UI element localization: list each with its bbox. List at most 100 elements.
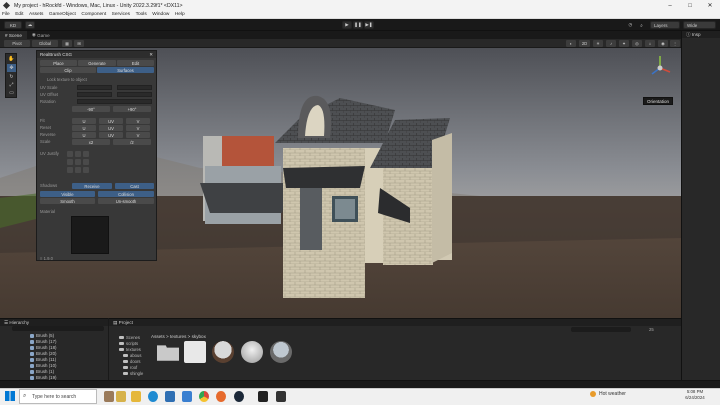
justify-grid-button[interactable] [83, 159, 89, 165]
smooth-button[interactable]: Smooth [40, 198, 95, 204]
receive-toggle[interactable]: Receive [72, 183, 112, 189]
tab-scene[interactable]: # Scene [0, 31, 27, 39]
menu-help[interactable]: Help [175, 12, 185, 17]
menu-window[interactable]: Window [152, 12, 169, 17]
submode-clip[interactable]: Clip [40, 67, 96, 73]
rotate-right-button[interactable]: +90° [113, 106, 151, 112]
reset-uv-button[interactable]: UV [99, 125, 123, 131]
justify-grid-button[interactable] [83, 167, 89, 173]
uv-offset-v-field[interactable] [117, 92, 152, 97]
chrome-icon[interactable] [199, 391, 209, 402]
mode-2d-toggle[interactable]: 2D [579, 40, 590, 47]
folder-item[interactable]: roof [123, 365, 137, 370]
unity-hub-icon[interactable] [258, 391, 268, 402]
justify-grid-button[interactable] [75, 159, 81, 165]
edge-icon[interactable] [148, 391, 158, 402]
reset-v-button[interactable]: V [126, 125, 150, 131]
tray-clock[interactable]: 5:08 PM 6/24/2024 [680, 389, 710, 401]
folder-item[interactable]: Scenes [119, 335, 140, 340]
lighting-icon[interactable]: ☀ [593, 40, 603, 47]
rect-tool-icon[interactable]: ▭ [7, 89, 16, 97]
move-tool-icon[interactable]: ✥ [7, 64, 16, 72]
hidden-objects-icon[interactable]: ◎ [632, 40, 642, 47]
camera-icon[interactable]: ⌂ [645, 40, 655, 47]
justify-grid-button[interactable] [67, 167, 73, 173]
unity-editor-icon[interactable] [276, 391, 286, 402]
asset-thumbnail[interactable] [270, 341, 292, 363]
gizmos-icon[interactable]: ◉ [658, 40, 668, 47]
fit-v-button[interactable]: V [126, 118, 150, 124]
rotate-tool-icon[interactable]: ↻ [7, 73, 16, 81]
rotation-field[interactable] [77, 99, 152, 104]
asset-thumbnail[interactable] [212, 341, 234, 363]
pause-button[interactable]: ❚❚ [353, 21, 363, 29]
justify-grid-button[interactable] [83, 151, 89, 157]
account-button[interactable]: KD [4, 21, 22, 29]
collision-toggle[interactable]: Collision [98, 191, 154, 197]
justify-grid-button[interactable] [67, 159, 73, 165]
tab-game[interactable]: ◉ Game [27, 31, 55, 39]
breadcrumb[interactable]: Assets > textures > skybox [151, 334, 206, 339]
mode-generate[interactable]: Generate [78, 60, 116, 66]
taskview-icon[interactable] [104, 391, 114, 402]
maximize-icon[interactable]: □ [680, 0, 700, 11]
hierarchy-item[interactable]: Brush (5) [30, 333, 54, 338]
folder-item[interactable]: doors [123, 359, 140, 364]
menu-edit[interactable]: Edit [15, 12, 23, 17]
hierarchy-search[interactable] [12, 326, 104, 331]
snap-increment-icon[interactable]: ⊞ [74, 40, 84, 47]
steam-icon[interactable] [234, 391, 244, 402]
menu-assets[interactable]: Assets [29, 12, 43, 17]
minimize-icon[interactable]: – [660, 0, 680, 11]
asset-thumbnail[interactable] [241, 341, 263, 363]
scene-settings-icon[interactable]: ⋮ [670, 40, 680, 47]
folder-item[interactable]: textures [119, 347, 141, 352]
audio-icon[interactable]: ♪ [606, 40, 616, 47]
pivot-dropdown[interactable]: Pivot [4, 40, 30, 47]
folder-item[interactable]: abous [123, 353, 141, 358]
step-button[interactable]: ▶❚ [364, 21, 374, 29]
justify-grid-button[interactable] [75, 151, 81, 157]
firefox-icon[interactable] [216, 391, 226, 402]
weather-widget[interactable]: Hot weather [590, 391, 626, 397]
layers-dropdown[interactable]: Layers [650, 21, 680, 29]
submode-surfaces[interactable]: Surfaces [97, 67, 154, 73]
uv-scale-v-field[interactable] [117, 85, 152, 90]
menu-services[interactable]: Services [112, 12, 130, 17]
menu-gameobject[interactable]: GameObject [49, 12, 76, 17]
app-icon[interactable] [116, 391, 126, 402]
scale-x2-button[interactable]: x2 [72, 139, 110, 145]
project-search[interactable] [571, 327, 631, 332]
folder-item[interactable]: scripts [119, 341, 138, 346]
uv-offset-u-field[interactable] [77, 92, 112, 97]
menu-tools[interactable]: Tools [136, 12, 147, 17]
menu-component[interactable]: Component [81, 12, 106, 17]
cloud-icon[interactable]: ☁ [25, 21, 35, 29]
un-smooth-button[interactable]: Un-smooth [98, 198, 154, 204]
mail-icon[interactable] [182, 391, 192, 402]
visible-toggle[interactable]: Visible [40, 191, 95, 197]
fit-uv-button[interactable]: UV [99, 118, 123, 124]
justify-grid-button[interactable] [75, 167, 81, 173]
close-icon[interactable]: ✕ [700, 0, 720, 11]
grid-snap-icon[interactable]: ▦ [62, 40, 72, 47]
hierarchy-item[interactable]: Brush (11) [30, 357, 56, 362]
global-dropdown[interactable]: Global [32, 40, 58, 47]
play-button[interactable]: ▶ [342, 21, 352, 29]
reverse-uv-button[interactable]: UV [99, 132, 123, 138]
asset-thumbnail[interactable] [184, 341, 206, 363]
hierarchy-item[interactable]: Brush (17) [30, 339, 57, 344]
layout-dropdown[interactable]: Wide [683, 21, 716, 29]
cast-toggle[interactable]: Cast [115, 183, 154, 189]
material-preview[interactable] [71, 216, 109, 254]
start-icon[interactable] [5, 391, 15, 401]
store-icon[interactable] [165, 391, 175, 402]
hierarchy-item[interactable]: Brush (10) [30, 363, 57, 368]
hierarchy-item[interactable]: Brush (1) [30, 369, 54, 374]
history-icon[interactable]: ◷ [626, 21, 635, 29]
hand-tool-icon[interactable]: ✋ [7, 55, 16, 63]
scale-div2-button[interactable]: /2 [113, 139, 151, 145]
menu-file[interactable]: File [2, 12, 10, 17]
reverse-v-button[interactable]: V [126, 132, 150, 138]
reset-u-button[interactable]: U [72, 125, 96, 131]
